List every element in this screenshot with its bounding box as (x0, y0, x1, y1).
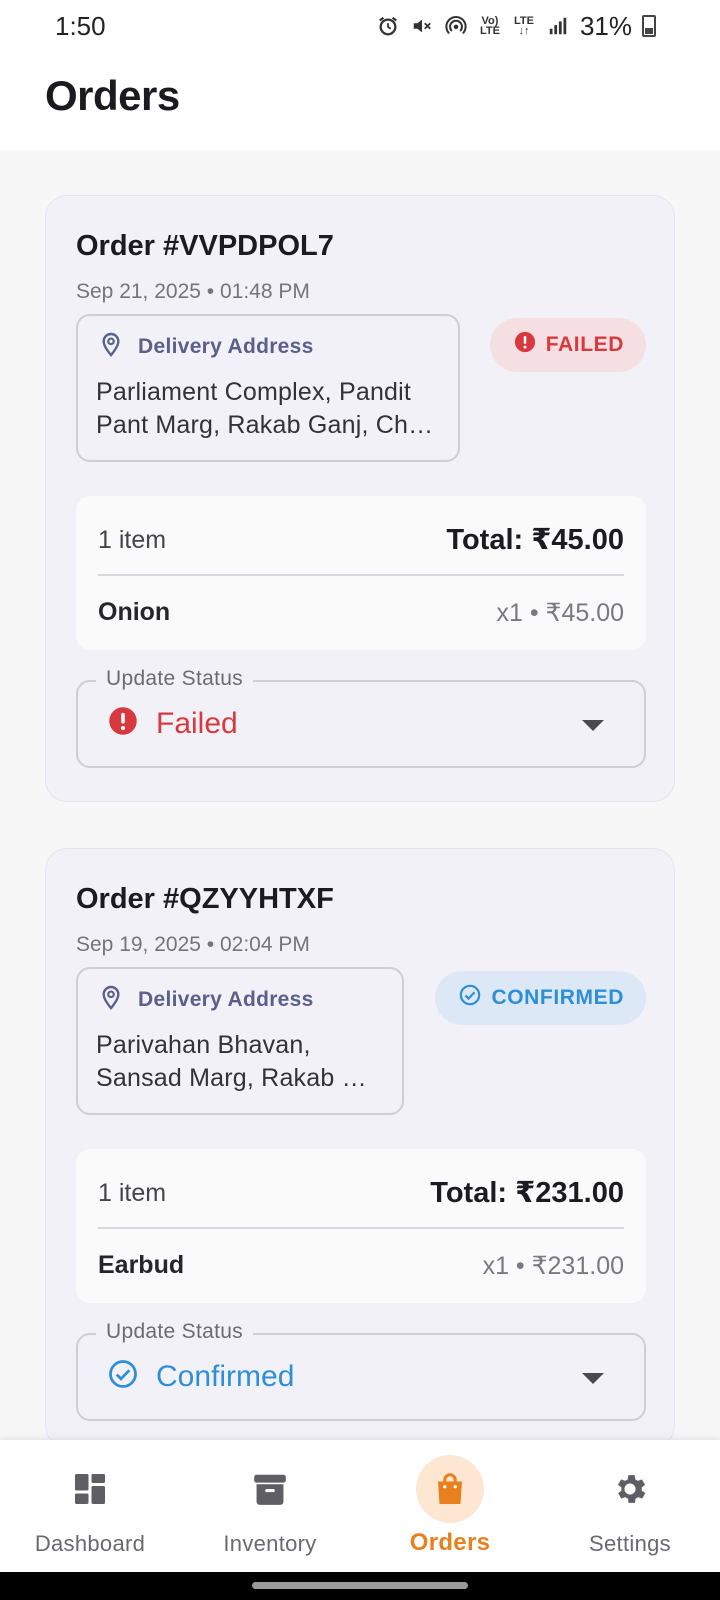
address-label: Delivery Address (138, 335, 314, 358)
status-badge-label: FAILED (545, 333, 624, 356)
order-card[interactable]: Order #QZYYHTXF Sep 19, 2025 • 02:04 PM … (45, 848, 675, 1448)
status-time: 1:50 (55, 10, 106, 41)
nav-item-orders[interactable]: Orders (360, 1440, 540, 1572)
order-items-box: 1 item Total: ₹45.00 Onion x1 • ₹45.00 (76, 496, 646, 650)
app-screen: 1:50 Vo) LTE LTE ↓↑ 31% Orders Order #VVPD… (0, 0, 720, 1600)
status-badge: FAILED (489, 318, 646, 372)
update-status-label: Update Status (96, 667, 253, 691)
alarm-icon (376, 14, 400, 38)
home-gesture-handle[interactable] (252, 1582, 468, 1589)
selected-status: Confirmed (108, 1359, 294, 1394)
gear-icon (596, 1455, 664, 1523)
selected-status-text: Failed (156, 706, 238, 740)
volte-bottom-text: LTE (479, 25, 500, 37)
lte-bottom-text: ↓↑ (518, 25, 530, 37)
battery-percent: 31% (579, 10, 632, 41)
order-items-box: 1 item Total: ₹231.00 Earbud x1 • ₹231.0… (76, 1149, 646, 1303)
order-date: Sep 19, 2025 • 02:04 PM (76, 933, 310, 956)
item-quantity-price: x1 • ₹45.00 (496, 599, 624, 627)
status-icons: Vo) LTE LTE ↓↑ 31% (376, 11, 656, 42)
nav-item-inventory[interactable]: Inventory (180, 1440, 360, 1572)
item-count: 1 item (98, 1179, 167, 1207)
page-title: Orders (45, 72, 180, 119)
update-status-dropdown[interactable]: Update Status Confirmed (76, 1320, 646, 1421)
location-pin-icon (100, 985, 122, 1016)
address-label: Delivery Address (138, 988, 314, 1011)
address-text: Parivahan Bhavan, Sansad Marg, Rakab … (96, 1031, 367, 1092)
dropdown-arrow-icon[interactable] (582, 1373, 604, 1384)
hotspot-icon (444, 14, 468, 38)
system-gesture-bar (0, 1572, 720, 1600)
order-card[interactable]: Order #VVPDPOL7 Sep 21, 2025 • 01:48 PM … (45, 195, 675, 802)
status-bar: 1:50 Vo) LTE LTE ↓↑ 31% (0, 0, 720, 52)
divider (98, 574, 624, 576)
volte-icon: Vo) LTE (478, 14, 502, 38)
order-date: Sep 21, 2025 • 01:48 PM (76, 280, 310, 303)
dashboard-icon (56, 1455, 124, 1523)
address-header: Delivery Address (96, 332, 440, 362)
item-name: Earbud (98, 1251, 185, 1279)
status-badge: CONFIRMED (435, 971, 646, 1025)
status-badge-label: CONFIRMED (491, 986, 624, 1009)
delivery-address-box: Delivery Address Parivahan Bhavan, Sansa… (76, 967, 404, 1115)
bottom-navigation: Dashboard Inventory Orders Settings (0, 1440, 720, 1572)
nav-label: Settings (589, 1531, 671, 1556)
error-icon (108, 706, 138, 741)
shopping-bag-icon (416, 1455, 484, 1523)
divider (98, 1227, 624, 1229)
archive-icon (236, 1455, 304, 1523)
order-title: Order #QZYYHTXF (76, 883, 334, 915)
order-title: Order #VVPDPOL7 (76, 230, 334, 262)
order-total: Total: ₹231.00 (430, 1177, 624, 1209)
address-header: Delivery Address (96, 985, 384, 1015)
nav-item-settings[interactable]: Settings (540, 1440, 720, 1572)
item-count: 1 item (98, 526, 167, 554)
check-circle-icon (459, 984, 481, 1012)
mute-icon (410, 14, 434, 38)
dropdown-arrow-icon[interactable] (582, 720, 604, 731)
error-icon (514, 331, 536, 359)
selected-status-text: Confirmed (156, 1359, 295, 1393)
location-pin-icon (100, 332, 122, 363)
address-text: Parliament Complex, Pandit Pant Marg, Ra… (96, 378, 434, 439)
delivery-address-box: Delivery Address Parliament Complex, Pan… (76, 314, 460, 462)
nav-item-dashboard[interactable]: Dashboard (0, 1440, 180, 1572)
update-status-label: Update Status (96, 1320, 253, 1344)
item-name: Onion (98, 598, 171, 626)
nav-label: Dashboard (34, 1531, 146, 1556)
check-circle-icon (108, 1359, 138, 1394)
lte-icon: LTE ↓↑ (512, 14, 536, 38)
signal-icon (546, 14, 570, 38)
selected-status: Failed (108, 706, 238, 741)
nav-label: Orders (409, 1529, 491, 1556)
battery-icon (642, 15, 656, 37)
order-total: Total: ₹45.00 (446, 524, 624, 556)
app-bar: Orders (0, 52, 720, 150)
nav-label: Inventory (223, 1531, 317, 1556)
item-quantity-price: x1 • ₹231.00 (482, 1252, 624, 1280)
update-status-dropdown[interactable]: Update Status Failed (76, 667, 646, 768)
